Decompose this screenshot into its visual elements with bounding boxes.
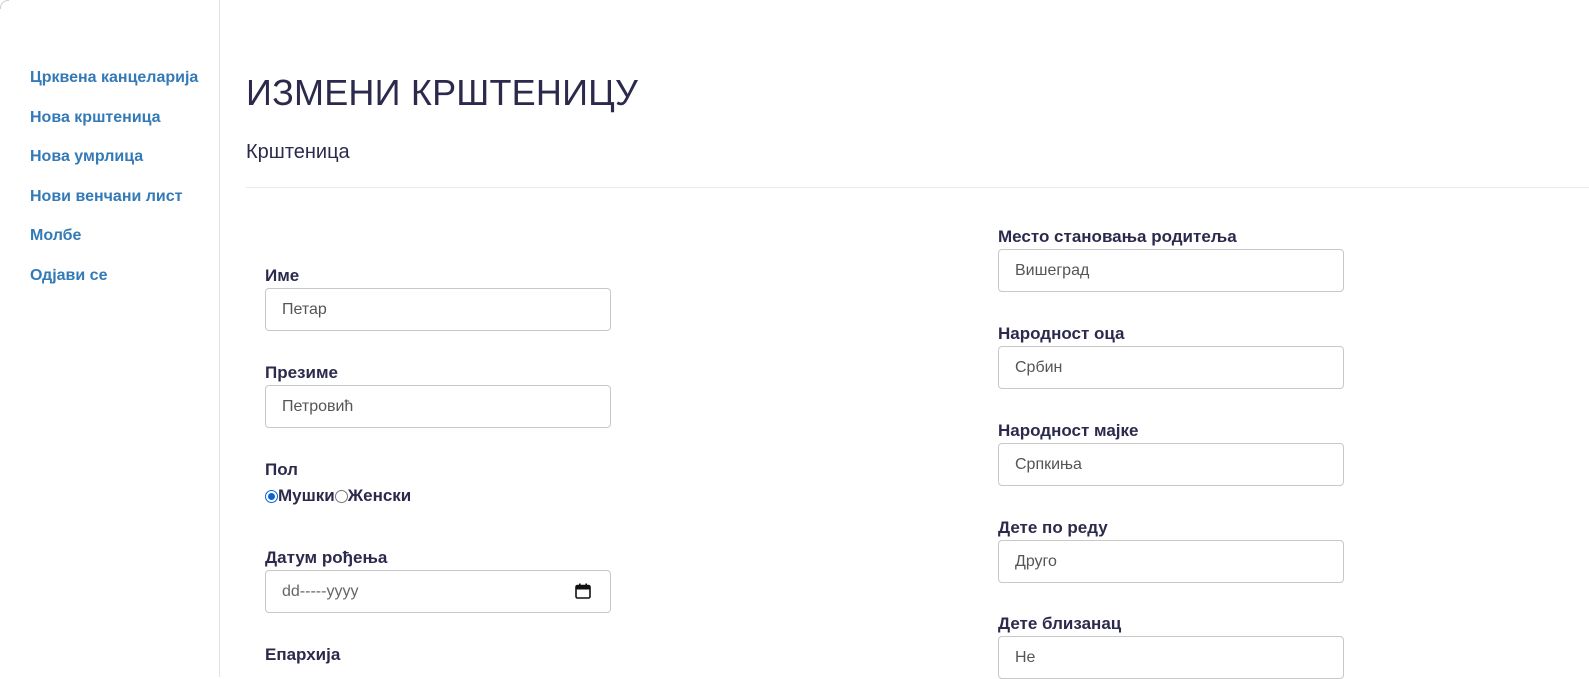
birth-date-field: Датум рођења dd-----yyyy <box>265 546 611 613</box>
mother-nationality-input[interactable] <box>998 443 1344 486</box>
gender-radio-male-label[interactable]: Мушки <box>278 486 335 506</box>
mother-nationality-field: Народност мајке <box>998 419 1344 486</box>
twin-label: Дете близанац <box>998 614 1122 633</box>
last-name-field: Презиме <box>265 361 611 428</box>
page-subtitle: Крштеница <box>246 141 350 163</box>
sidebar-item-requests[interactable]: Молбе <box>30 227 198 267</box>
divider <box>246 187 1589 188</box>
birth-date-label: Датум рођења <box>265 548 388 567</box>
birth-date-placeholder: dd-----yyyy <box>282 583 359 600</box>
first-name-label: Име <box>265 266 300 285</box>
child-order-input[interactable] <box>998 540 1344 583</box>
sidebar-corner-decoration <box>0 0 9 9</box>
main-content: ИЗМЕНИ КРШТЕНИЦУ Крштеница Име Презиме П… <box>246 0 1589 679</box>
gender-label: Пол <box>265 460 298 479</box>
sidebar-nav: Црквена канцеларија Нова крштеница Нова … <box>30 69 198 307</box>
mother-nationality-label: Народност мајке <box>998 421 1139 440</box>
gender-radio-male[interactable] <box>265 489 278 503</box>
parents-residence-field: Место становања родитеља <box>998 225 1344 292</box>
eparchy-label: Епархија <box>265 645 341 664</box>
child-order-label: Дете по реду <box>998 518 1108 537</box>
twin-field: Дете близанац <box>998 612 1344 679</box>
gender-radio-group: Мушки Женски <box>265 484 611 508</box>
sidebar-item-church-office[interactable]: Црквена канцеларија <box>30 69 198 109</box>
sidebar-item-new-marriage-certificate[interactable]: Нови венчани лист <box>30 188 198 228</box>
gender-field: Пол Мушки Женски <box>265 458 611 508</box>
eparchy-field: Епархија <box>265 643 611 667</box>
sidebar: Црквена канцеларија Нова крштеница Нова … <box>0 0 220 677</box>
calendar-icon[interactable] <box>575 583 591 599</box>
sidebar-item-new-death-certificate[interactable]: Нова умрлица <box>30 148 198 188</box>
last-name-label: Презиме <box>265 363 338 382</box>
gender-radio-female-label[interactable]: Женски <box>348 486 412 506</box>
page-title: ИЗМЕНИ КРШТЕНИЦУ <box>246 72 639 113</box>
parents-residence-input[interactable] <box>998 249 1344 292</box>
sidebar-item-new-baptism[interactable]: Нова крштеница <box>30 109 198 149</box>
parents-residence-label: Место становања родитеља <box>998 227 1237 246</box>
sidebar-item-logout[interactable]: Одјави се <box>30 267 198 307</box>
birth-date-input[interactable]: dd-----yyyy <box>265 570 611 613</box>
father-nationality-label: Народност оца <box>998 324 1125 343</box>
gender-radio-female[interactable] <box>334 489 348 503</box>
last-name-input[interactable] <box>265 385 611 428</box>
father-nationality-input[interactable] <box>998 346 1344 389</box>
first-name-input[interactable] <box>265 288 611 331</box>
first-name-field: Име <box>265 264 611 331</box>
father-nationality-field: Народност оца <box>998 322 1344 389</box>
child-order-field: Дете по реду <box>998 516 1344 583</box>
twin-input[interactable] <box>998 636 1344 679</box>
